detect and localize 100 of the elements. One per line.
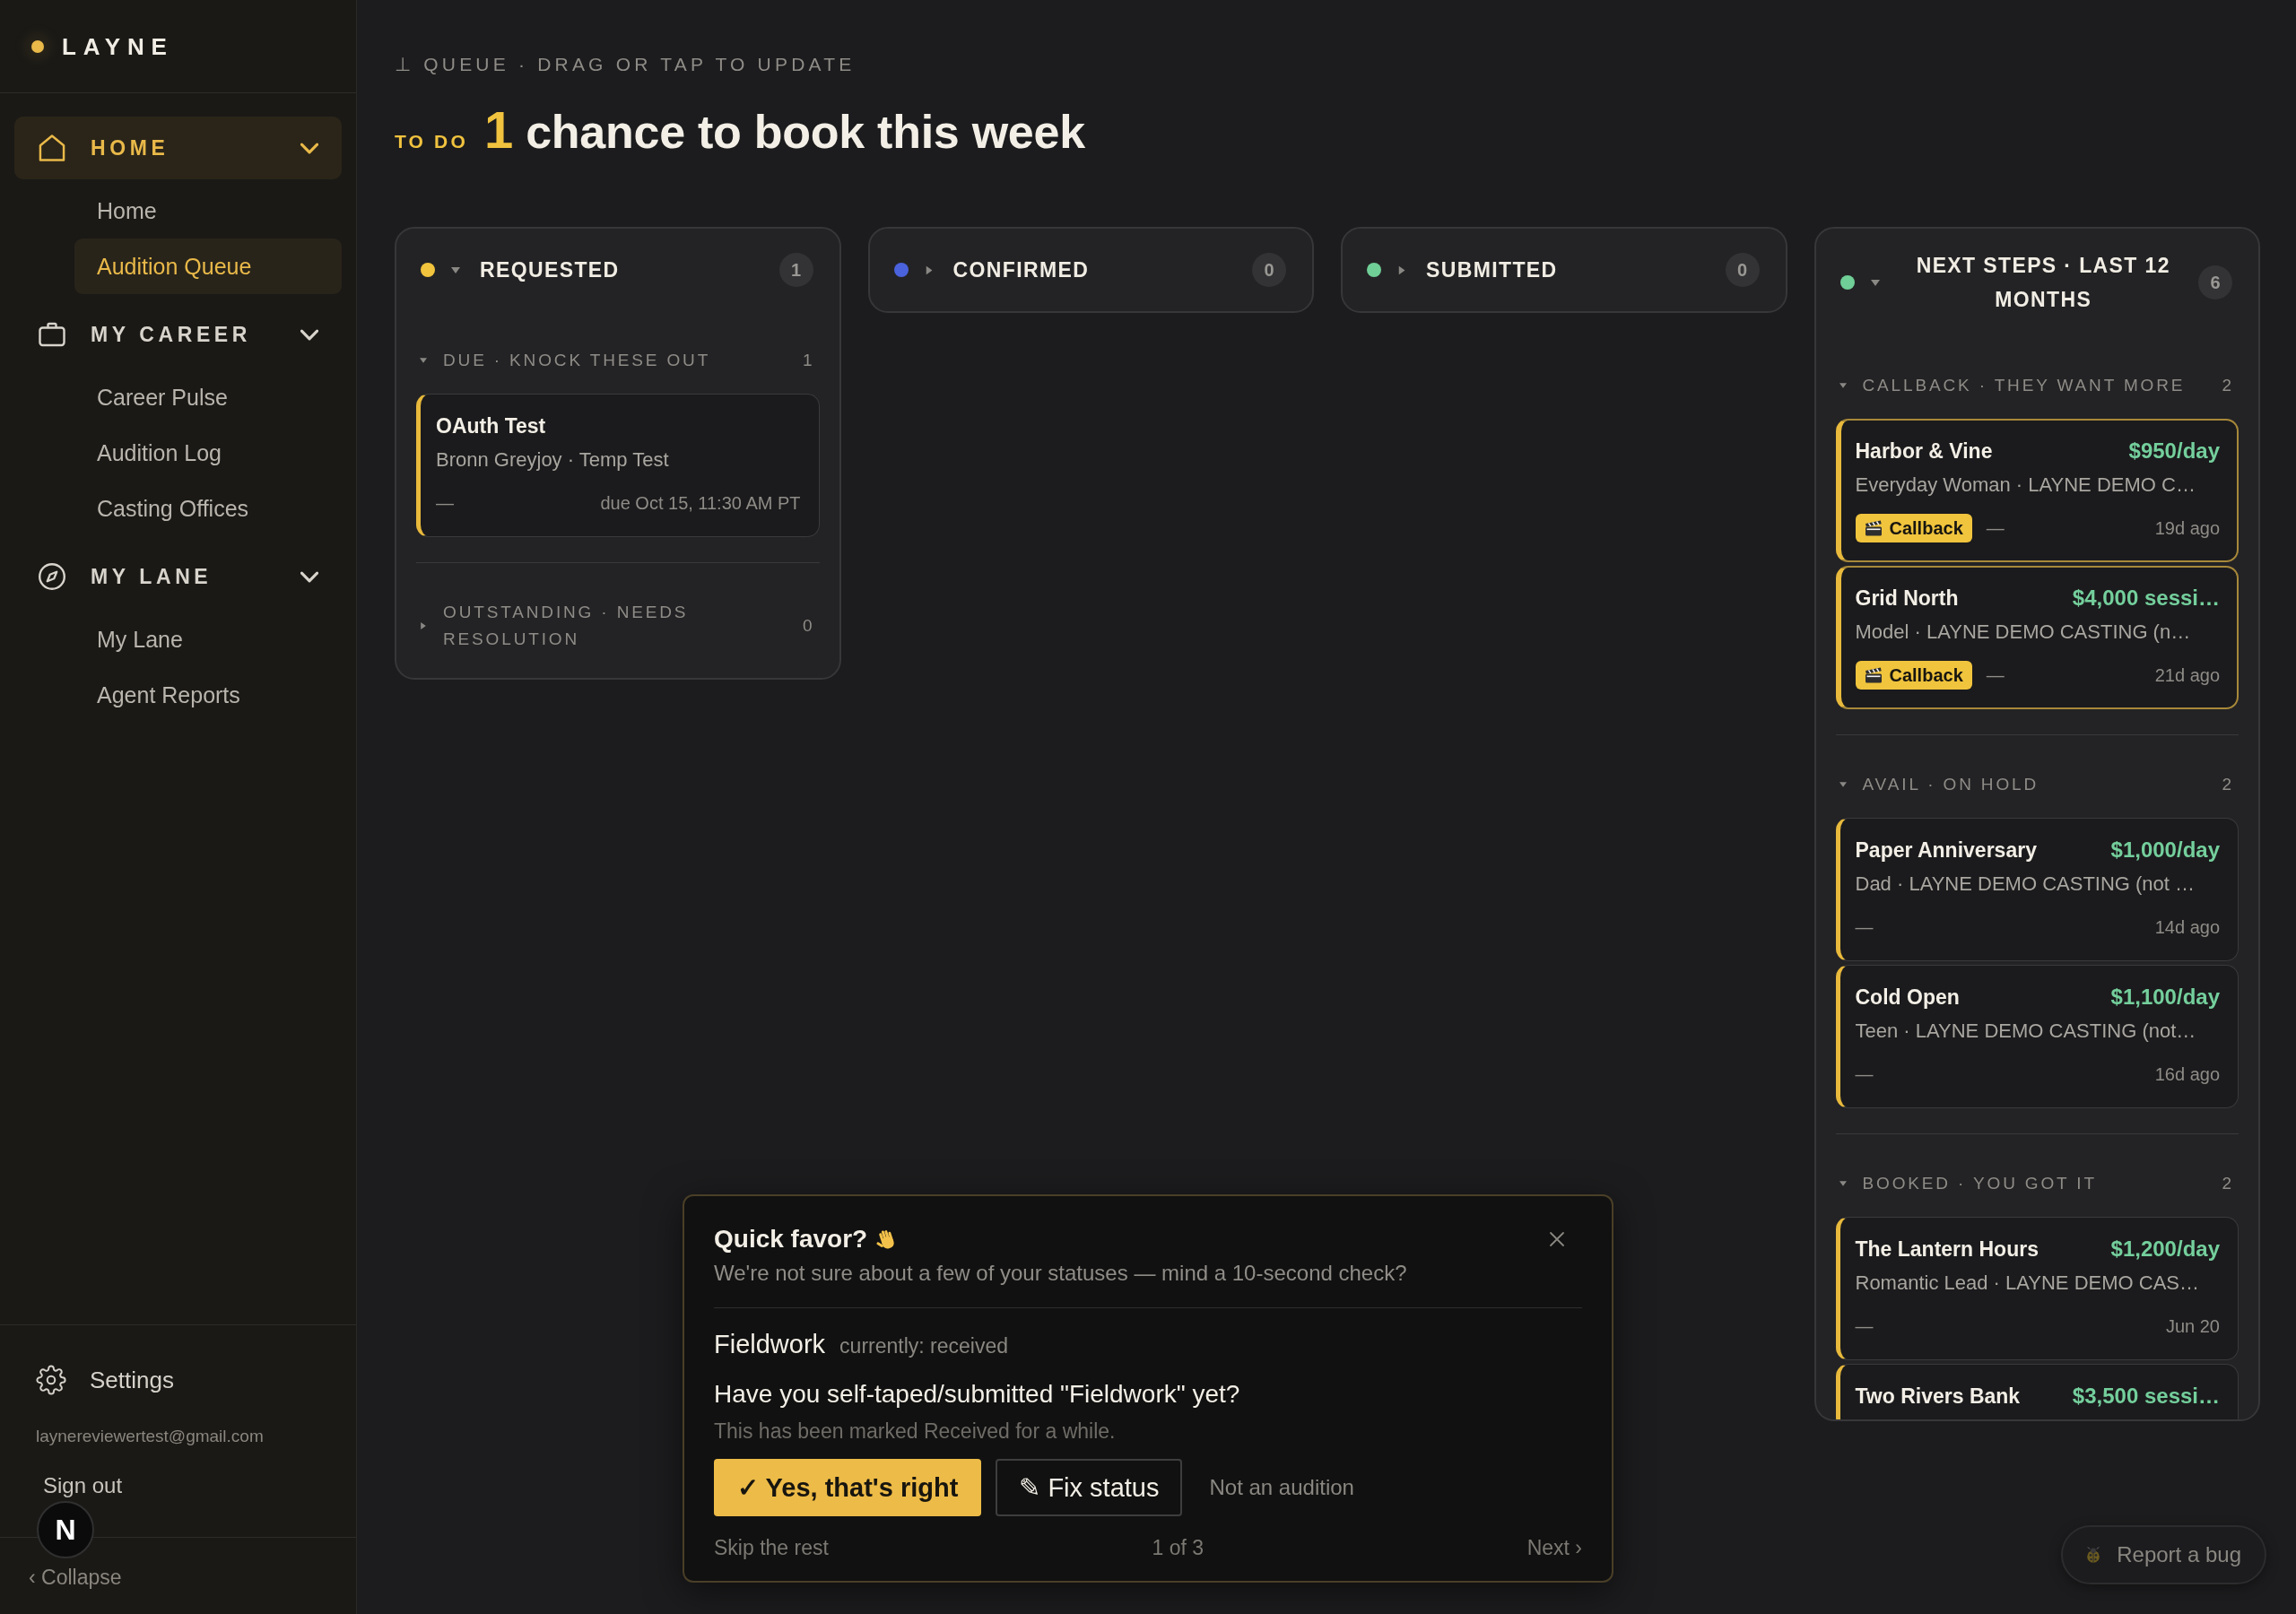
rate-text: $4,000 sessi… [2072, 585, 2220, 612]
nav-item[interactable]: Career Pulse [74, 369, 342, 425]
not-audition-link[interactable]: Not an audition [1196, 1475, 1367, 1500]
card-subtitle: Romantic Lead · LAYNE DEMO CAS… [1855, 1271, 2200, 1296]
question-text: Have you self-taped/submitted "Fieldwork" yet? [714, 1379, 1241, 1410]
section-label: BOOKED · YOU GOT IT [1862, 1173, 2098, 1194]
section-count: 0 [802, 616, 813, 636]
nav-group-header[interactable]: MY CAREER [14, 303, 342, 366]
count-badge: 0 [1725, 253, 1760, 287]
queue-card[interactable]: Harbor & Vine $950/day Everyday Woman · LAYNE DEMO C… Callback — 19d ago [1835, 419, 2239, 562]
fix-status-button[interactable]: ✎ Fix status [996, 1459, 1183, 1516]
caret-icon[interactable] [1870, 279, 1880, 286]
rate-text: $1,000/day [2110, 837, 2220, 863]
column-title: REQUESTED [480, 257, 620, 283]
queue-card[interactable]: The Lantern Hours $1,200/day Romantic Lead · LAYNE DEMO CAS… — Jun 20 [1835, 1217, 2239, 1360]
sign-out-link[interactable]: Sign out [43, 1472, 123, 1499]
caret-icon[interactable] [1839, 1181, 1847, 1186]
hint-text: This has been marked Received for a while. [714, 1419, 1117, 1445]
caret-icon[interactable] [420, 358, 427, 363]
progress-text: 1 of 3 [1152, 1535, 1204, 1561]
queue-card[interactable]: Grid North $4,000 sessi… Model · LAYNE DEMO CASTING (n… Callback — 21d ago [1835, 566, 2239, 709]
tag-text: Callback [1889, 664, 1963, 686]
caret-icon[interactable] [1398, 265, 1405, 274]
section-label: DUE · KNOCK THESE OUT [443, 350, 712, 371]
time-text: 19d ago [2154, 517, 2220, 539]
nav-item[interactable]: Home [74, 183, 342, 239]
queue-card[interactable]: Paper Anniversary $1,000/day Dad · LAYNE DEMO CASTING (not … — 14d ago [1835, 818, 2239, 961]
nav-item[interactable]: Audition Log [74, 425, 342, 481]
confirm-button[interactable]: ✓ Yes, that's right [714, 1459, 982, 1516]
rate-text: $950/day [2128, 438, 2220, 464]
report-bug-button[interactable]: Report a bug [2061, 1525, 2266, 1584]
card-subtitle: Model · LAYNE DEMO CASTING (n… [1855, 620, 2192, 645]
compass-icon [39, 563, 65, 590]
caret-icon[interactable] [451, 266, 460, 273]
tag-text: Callback [1889, 517, 1963, 539]
note-text: — [436, 492, 454, 514]
collapse-link[interactable]: ‹ Collapse [29, 1566, 122, 1589]
logo-dot-icon [31, 39, 44, 53]
card-subtitle: Bronn Greyjoy · Temp Test [436, 447, 670, 473]
dialog-subtitle: We're not sure about a few of your statuses — mind a 10-second check? [714, 1260, 1408, 1287]
page-eyebrow: ⊥ QUEUE · DRAG OR TAP TO UPDATE [395, 53, 857, 76]
queue-card[interactable]: OAuth Test Bronn Greyjoy · Temp Test — due Oct 15, 11:30 AM PT [416, 394, 820, 537]
close-button[interactable] [1548, 1230, 1566, 1248]
card-title: Cold Open [1855, 985, 1960, 1011]
nav-item[interactable]: Casting Offices [74, 481, 342, 536]
caret-icon[interactable] [421, 622, 426, 629]
card-subtitle: Dad · LAYNE DEMO CASTING (not … [1855, 872, 2196, 897]
card-title: Paper Anniversary [1855, 837, 2037, 863]
card-title: Grid North [1855, 586, 1959, 612]
dialog-title: Quick favor? [714, 1224, 868, 1254]
time-text: 14d ago [2154, 916, 2220, 938]
section-label: CALLBACK · THEY WANT MORE [1862, 375, 2187, 396]
section-count: 2 [2222, 775, 2231, 794]
clapperboard-icon [1864, 520, 1883, 536]
note-text: — [1986, 517, 2005, 539]
card-title: The Lantern Hours [1855, 1237, 2039, 1263]
time-text: due Oct 15, 11:30 AM PT [600, 492, 801, 514]
current-status: currently: received [839, 1333, 1008, 1359]
card-subtitle: Teen · LAYNE DEMO CASTING (not… [1855, 1019, 2197, 1044]
nav-group-header[interactable]: MY LANE [14, 545, 342, 608]
section-label: OUTSTANDING · NEEDS RESOLUTION [443, 602, 690, 650]
queue-card[interactable]: Two Rivers Bank $3,500 sessi… [1835, 1364, 2239, 1419]
nav-group-header[interactable]: HOME [14, 117, 342, 179]
nav-item[interactable]: Agent Reports [74, 667, 342, 723]
rate-text: $3,500 sessi… [2072, 1383, 2220, 1410]
nav-item[interactable]: Audition Queue [74, 239, 342, 294]
clapperboard-icon [1864, 667, 1883, 683]
time-text: Jun 20 [2165, 1315, 2220, 1337]
queue-card[interactable]: Cold Open $1,100/day Teen · LAYNE DEMO CASTING (not… — 16d ago [1835, 965, 2239, 1108]
house-icon [39, 134, 65, 161]
section-count: 2 [2222, 1174, 2231, 1193]
count-badge: 6 [2198, 265, 2232, 299]
column-title: NEXT STEPS · LAST 12 MONTHS [1915, 253, 2171, 313]
count-badge: 1 [778, 253, 813, 287]
note-text: — [1855, 1315, 1874, 1337]
caret-icon[interactable] [926, 265, 932, 274]
skip-link[interactable]: Skip the rest [714, 1534, 829, 1561]
account-email: laynereviewertest@gmail.com [36, 1426, 264, 1447]
note-text: — [1986, 664, 2005, 686]
next-link[interactable]: Next › [1526, 1534, 1582, 1561]
rate-text: $1,200/day [2110, 1236, 2220, 1263]
count-badge: 0 [1252, 253, 1286, 287]
close-icon [1548, 1230, 1566, 1248]
rate-text: $1,100/day [2110, 984, 2220, 1011]
section-label: AVAIL · ON HOLD [1862, 774, 2040, 795]
card-subtitle: Everyday Woman · LAYNE DEMO C… [1855, 473, 2196, 498]
settings-link[interactable]: Settings [36, 1361, 174, 1399]
nav-item[interactable]: My Lane [74, 612, 342, 667]
page-headline: chance to book this week [526, 105, 1085, 160]
caret-icon[interactable] [1839, 782, 1847, 787]
caret-icon[interactable] [1839, 383, 1847, 388]
audition-name: Fieldwork [714, 1329, 826, 1360]
card-title: Two Rivers Bank [1855, 1384, 2021, 1410]
briefcase-icon [39, 321, 65, 348]
card-title: Harbor & Vine [1855, 438, 1993, 464]
note-text: — [1855, 1063, 1874, 1085]
column-title: CONFIRMED [952, 257, 1090, 283]
card-title: OAuth Test [436, 413, 546, 439]
todo-label: TO DO [395, 130, 468, 153]
chance-count: 1 [483, 100, 514, 160]
